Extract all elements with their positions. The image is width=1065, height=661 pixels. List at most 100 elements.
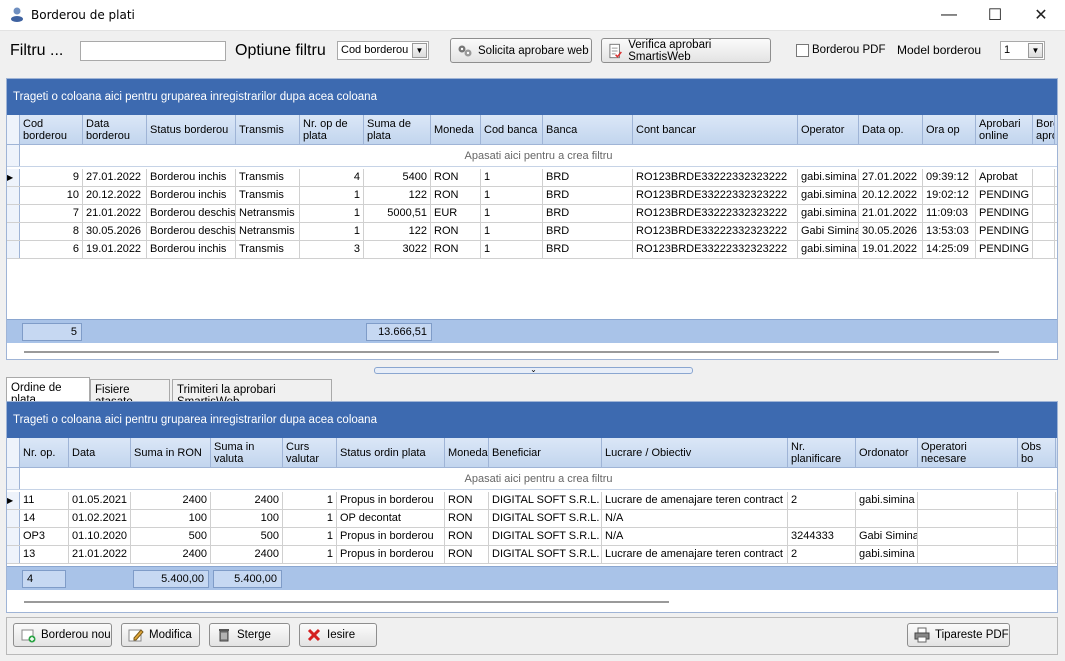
column-header[interactable]: Nr. op. xyxy=(20,438,69,467)
table-cell: 2 xyxy=(788,546,856,563)
current-row-indicator[interactable]: ▶ xyxy=(7,492,20,509)
group-by-band[interactable]: Trageti o coloana aici pentru gruparea i… xyxy=(7,79,1057,115)
table-row[interactable]: OP3 01.10.2020 500 500 1 Propus in borderou RO… xyxy=(7,528,1057,546)
option-filter-label: Optiune filtru xyxy=(235,42,326,59)
column-header[interactable]: Obs bo xyxy=(1018,438,1056,467)
filter-input[interactable] xyxy=(80,41,226,61)
column-header[interactable]: Data op. xyxy=(859,115,923,144)
table-cell: BRD xyxy=(543,205,633,222)
table-cell: 1 xyxy=(481,205,543,222)
app-icon xyxy=(11,7,23,22)
table-cell: RO123BRDE33222332323222 xyxy=(633,169,798,186)
column-header[interactable]: Moneda xyxy=(431,115,481,144)
iesire-button[interactable]: Iesire xyxy=(299,623,377,647)
table-cell: 01.05.2021 xyxy=(69,492,131,509)
table-cell: 19.01.2022 xyxy=(859,241,923,258)
close-button[interactable]: ✕ xyxy=(1018,0,1064,30)
tab-fisiere-atasate[interactable]: Fisiere atasate xyxy=(90,379,170,408)
table-cell: 11 xyxy=(20,492,69,509)
horizontal-scrollbar[interactable] xyxy=(24,601,669,603)
table-row[interactable]: 7 21.01.2022 Borderou deschis Netransmis 1 50… xyxy=(7,205,1057,223)
current-row-indicator[interactable]: ▶ xyxy=(7,169,20,186)
solicita-aprobare-button[interactable]: Solicita aprobare web xyxy=(450,38,592,63)
column-header[interactable]: Curs valutar xyxy=(283,438,337,467)
row-selector[interactable] xyxy=(7,241,20,258)
tipareste-pdf-label: Tipareste PDF xyxy=(935,629,1009,641)
minimize-button[interactable]: — xyxy=(926,0,972,30)
column-header[interactable]: Aprobari online xyxy=(976,115,1033,144)
table-row[interactable]: 10 20.12.2022 Borderou inchis Transmis 1 122 R… xyxy=(7,187,1057,205)
column-header[interactable]: Cod banca xyxy=(481,115,543,144)
column-header[interactable]: Data borderou xyxy=(83,115,147,144)
tab-trimiteri-aprobari[interactable]: Trimiteri la aprobari SmartisWeb xyxy=(172,379,332,408)
row-selector[interactable] xyxy=(7,528,20,545)
row-selector[interactable] xyxy=(7,510,20,527)
footer-count: 5 xyxy=(22,323,82,341)
column-header[interactable]: Moneda xyxy=(445,438,489,467)
verifica-aprobari-button[interactable]: Verifica aprobari SmartisWeb xyxy=(601,38,771,63)
column-chooser-icon[interactable] xyxy=(7,115,20,144)
row-selector[interactable] xyxy=(7,223,20,240)
modifica-button[interactable]: Modifica xyxy=(121,623,200,647)
table-row[interactable]: ▶ 11 01.05.2021 2400 2400 1 Propus in borderou… xyxy=(7,492,1057,510)
group-by-band[interactable]: Trageti o coloana aici pentru gruparea i… xyxy=(7,402,1057,438)
table-cell: 1 xyxy=(283,546,337,563)
tipareste-pdf-button[interactable]: Tipareste PDF xyxy=(907,623,1010,647)
column-header[interactable]: Operatori necesare xyxy=(918,438,1018,467)
column-header[interactable]: Nr. op de plata xyxy=(300,115,364,144)
table-row[interactable]: 14 01.02.2021 100 100 1 OP decontat RON DIGITAL… xyxy=(7,510,1057,528)
table-cell: BRD xyxy=(543,241,633,258)
chevron-down-icon[interactable]: ▼ xyxy=(412,43,427,58)
column-header[interactable]: Cod borderou xyxy=(20,115,83,144)
table-row[interactable]: 6 19.01.2022 Borderou inchis Transmis 3 3022 R… xyxy=(7,241,1057,259)
table-cell: 13:53:03 xyxy=(923,223,976,240)
column-header[interactable]: Status borderou xyxy=(147,115,236,144)
column-header[interactable]: Beneficiar xyxy=(489,438,602,467)
column-header[interactable]: Status ordin plata xyxy=(337,438,445,467)
table-row[interactable]: 13 21.01.2022 2400 2400 1 Propus in borderou R… xyxy=(7,546,1057,564)
column-header[interactable]: Lucrare / Obiectiv xyxy=(602,438,788,467)
column-header[interactable]: Bord apro xyxy=(1033,115,1055,144)
column-header[interactable]: Cont bancar xyxy=(633,115,798,144)
table-cell: OP decontat xyxy=(337,510,445,527)
row-selector[interactable] xyxy=(7,205,20,222)
column-header[interactable]: Banca xyxy=(543,115,633,144)
borderou-pdf-checkbox[interactable] xyxy=(796,44,809,57)
horizontal-scrollbar[interactable] xyxy=(24,351,999,353)
table-row[interactable]: ▶ 9 27.01.2022 Borderou inchis Transmis 4 5400… xyxy=(7,169,1057,187)
column-header[interactable]: Suma in valuta xyxy=(211,438,283,467)
tab-ordine-de-plata[interactable]: Ordine de plata xyxy=(6,377,90,406)
table-cell: 1 xyxy=(283,492,337,509)
table-cell: BRD xyxy=(543,169,633,186)
table-cell: 5000,51 xyxy=(364,205,431,222)
table-cell: Netransmis xyxy=(236,223,300,240)
table-cell: Borderou inchis xyxy=(147,169,236,186)
column-header[interactable]: Suma in RON xyxy=(131,438,211,467)
splitter-handle[interactable]: ⌄ xyxy=(374,366,693,374)
model-borderou-select[interactable]: 1 ▼ xyxy=(1000,41,1045,60)
table-cell: RO123BRDE33222332323222 xyxy=(633,205,798,222)
option-filter-select[interactable]: Cod borderou ▼ xyxy=(337,41,429,60)
table-cell: 122 xyxy=(364,223,431,240)
maximize-button[interactable]: ☐ xyxy=(972,0,1018,30)
column-chooser-icon[interactable] xyxy=(7,438,20,467)
chevron-down-icon[interactable]: ▼ xyxy=(1028,43,1043,58)
row-selector[interactable] xyxy=(7,187,20,204)
table-cell: 27.01.2022 xyxy=(859,169,923,186)
column-header[interactable]: Ordonator xyxy=(856,438,918,467)
column-header[interactable]: Operator xyxy=(798,115,859,144)
table-cell: 500 xyxy=(131,528,211,545)
sterge-button[interactable]: Sterge xyxy=(209,623,290,647)
column-header[interactable]: Transmis xyxy=(236,115,300,144)
filter-row[interactable]: Apasati aici pentru a crea filtru xyxy=(7,145,1057,167)
iesire-label: Iesire xyxy=(327,629,356,641)
column-header[interactable]: Nr. planificare xyxy=(788,438,856,467)
table-row[interactable]: 8 30.05.2026 Borderou deschis Netransmis 1 12… xyxy=(7,223,1057,241)
column-header[interactable]: Suma de plata xyxy=(364,115,431,144)
column-header[interactable]: Ora op xyxy=(923,115,976,144)
column-header[interactable]: Data xyxy=(69,438,131,467)
row-selector[interactable] xyxy=(7,546,20,563)
borderou-nou-button[interactable]: Borderou nou xyxy=(13,623,112,647)
borderou-grid: Trageti o coloana aici pentru gruparea i… xyxy=(6,78,1058,360)
filter-row[interactable]: Apasati aici pentru a crea filtru xyxy=(7,468,1057,490)
